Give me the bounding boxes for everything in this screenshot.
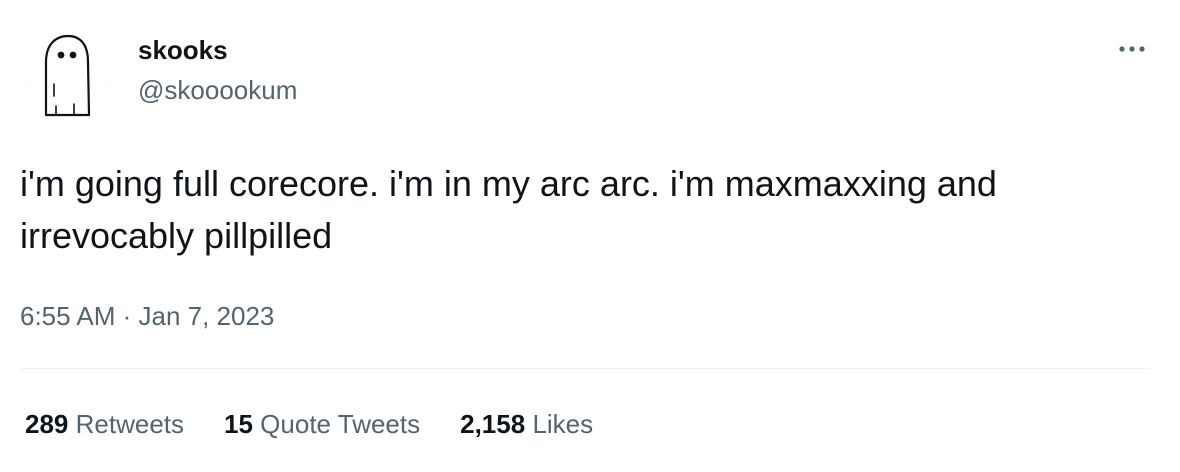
tweet-timestamp[interactable]: 6:55 AM · Jan 7, 2023	[20, 296, 274, 336]
quote-tweets-label: Quote Tweets	[260, 409, 421, 439]
avatar[interactable]	[22, 22, 118, 118]
more-options-button[interactable]	[1110, 34, 1154, 64]
ghost-icon	[30, 34, 106, 117]
author-info: skooks @skooookum	[138, 30, 297, 110]
retweets-label: Retweets	[75, 409, 185, 439]
author-display-name[interactable]: skooks	[138, 30, 297, 70]
retweets-stat[interactable]: 289 Retweets	[25, 404, 184, 444]
divider	[20, 368, 1150, 369]
more-icon	[1119, 46, 1145, 52]
quote-tweets-count: 15	[224, 409, 253, 439]
author-handle[interactable]: @skooookum	[138, 70, 297, 110]
tweet-text: i'm going full corecore. i'm in my arc a…	[20, 163, 997, 256]
quote-tweets-stat[interactable]: 15 Quote Tweets	[224, 404, 420, 444]
likes-count: 2,158	[460, 409, 526, 439]
retweets-count: 289	[25, 409, 69, 439]
tweet-stats: 289 Retweets 15 Quote Tweets 2,158 Likes	[25, 404, 593, 444]
likes-label: Likes	[532, 409, 594, 439]
likes-stat[interactable]: 2,158 Likes	[460, 404, 593, 444]
tweet: skooks @skooookum i'm going full corecor…	[0, 0, 1180, 472]
